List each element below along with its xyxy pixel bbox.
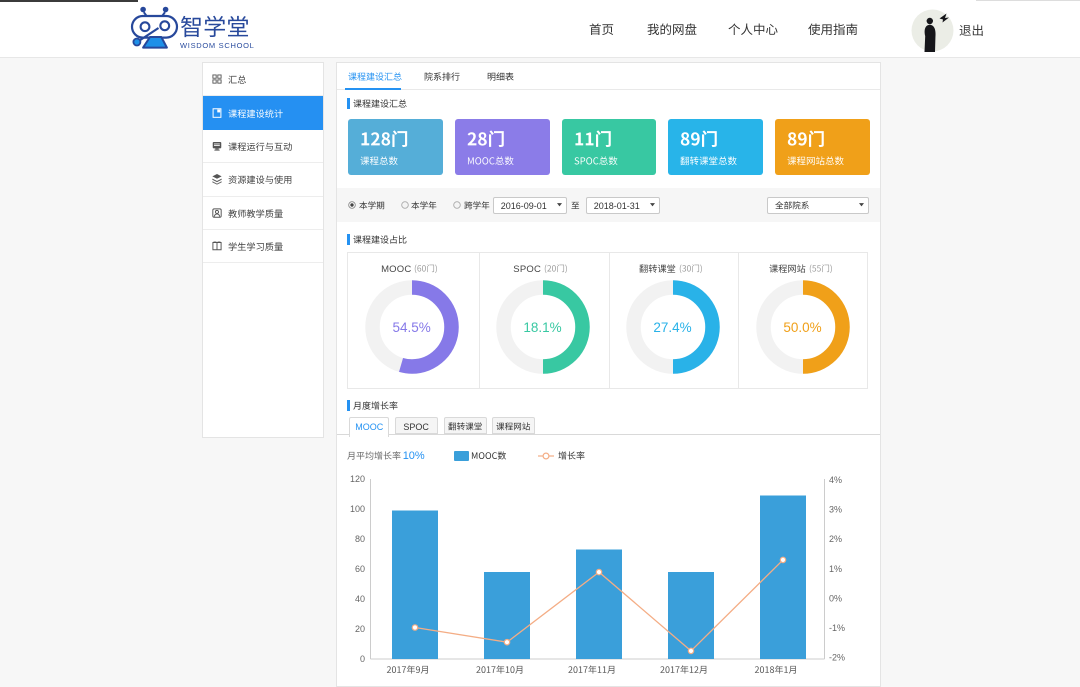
svg-text:40: 40: [355, 594, 365, 604]
svg-text:0: 0: [360, 654, 365, 664]
svg-text:-2%: -2%: [829, 653, 845, 663]
svg-text:20: 20: [355, 624, 365, 634]
svg-text:-1%: -1%: [829, 623, 845, 633]
svg-text:2%: 2%: [829, 534, 842, 544]
svg-text:3%: 3%: [829, 505, 842, 515]
svg-text:100: 100: [350, 504, 365, 514]
svg-text:120: 120: [350, 474, 365, 484]
svg-text:80: 80: [355, 534, 365, 544]
svg-text:0%: 0%: [829, 593, 842, 603]
svg-text:1%: 1%: [829, 564, 842, 574]
svg-text:60: 60: [355, 564, 365, 574]
svg-text:4%: 4%: [829, 475, 842, 485]
